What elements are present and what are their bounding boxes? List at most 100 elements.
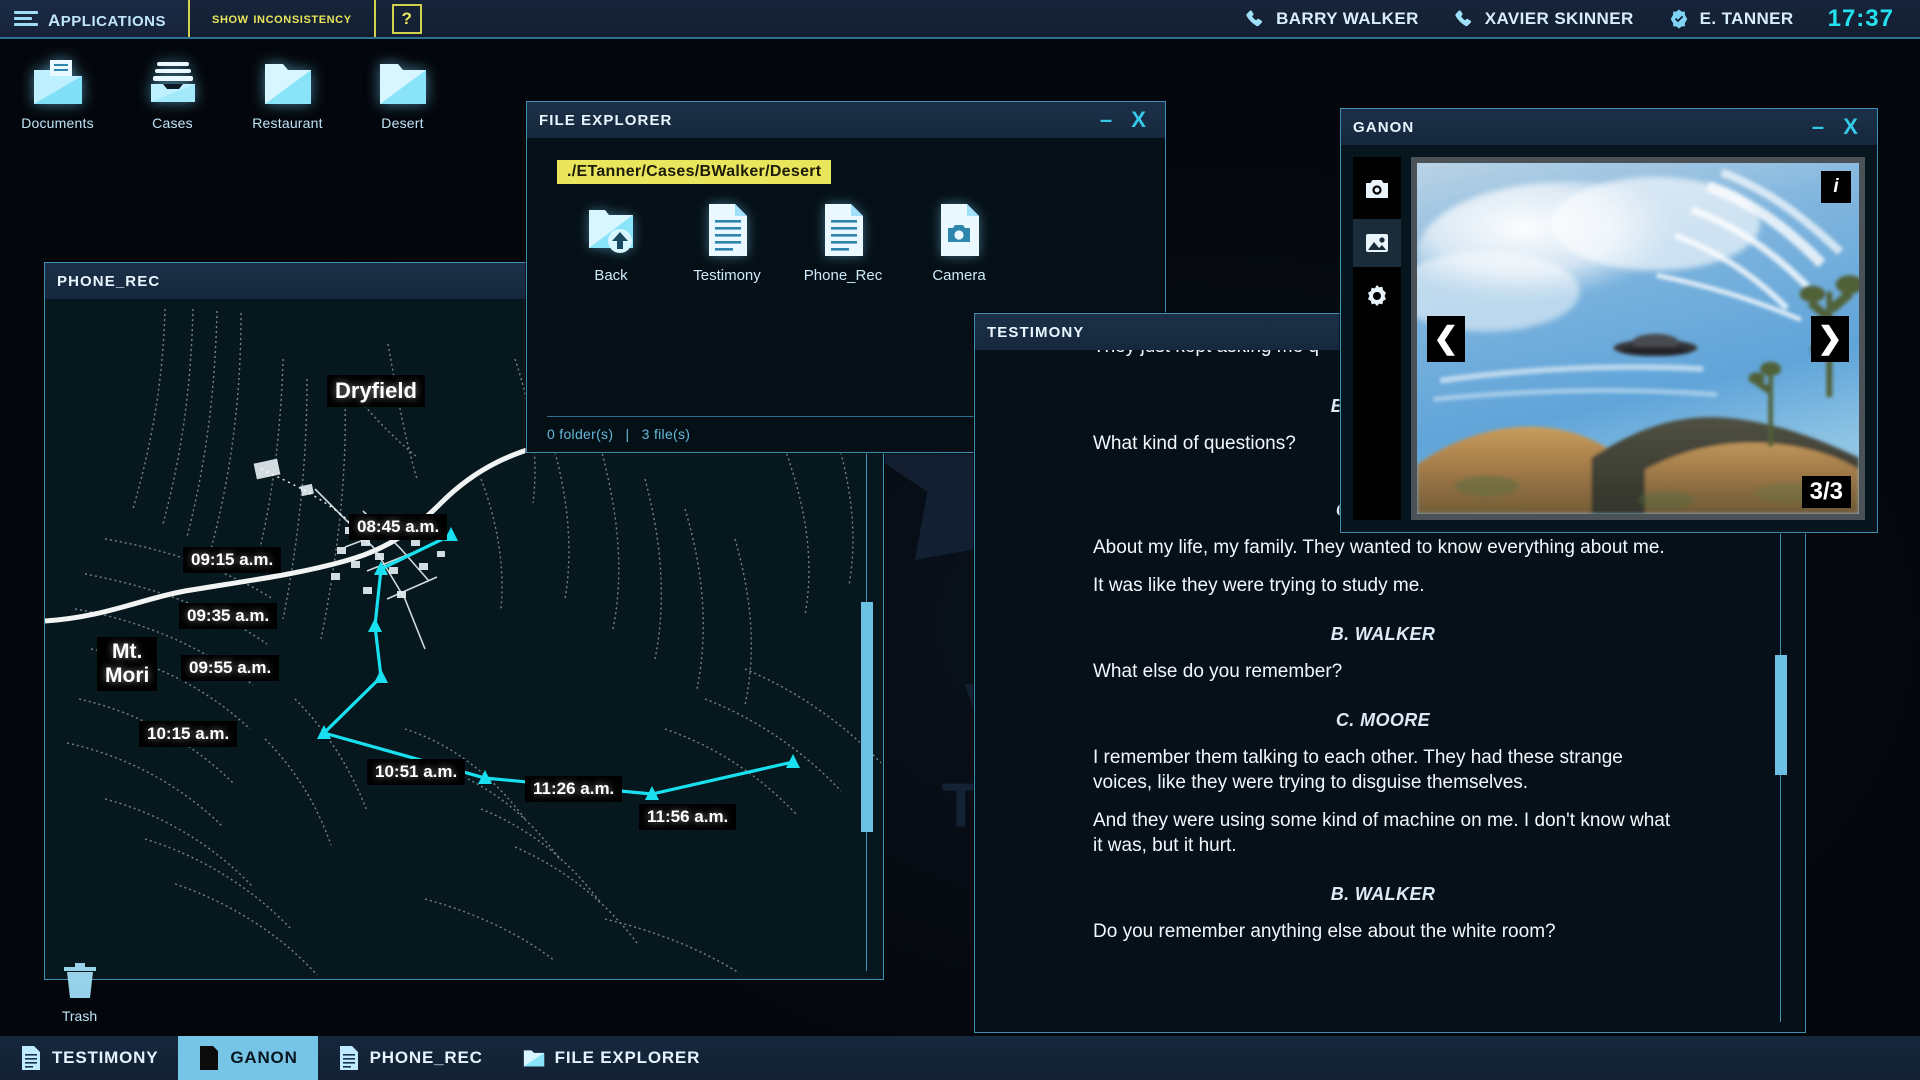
hamburger-menu-icon (14, 11, 38, 26)
map-time-label: 09:15 a.m. (183, 547, 282, 573)
trash-icon (59, 962, 101, 1002)
document-icon (703, 202, 751, 258)
taskbar-label: FILE EXPLORER (554, 1048, 701, 1067)
phone-icon (1244, 8, 1266, 30)
testimony-line: And they were using some kind of machine… (1093, 809, 1671, 856)
testimony-clipped-line: They just kept asking me q (1093, 350, 1319, 358)
desktop-icon-documents[interactable]: Documents (0, 58, 115, 131)
folder-icon (523, 1045, 545, 1071)
map-time-label: 08:45 a.m. (349, 514, 448, 540)
verified-badge-icon (1668, 8, 1690, 30)
testimony-line: About my life, my family. They wanted to… (1093, 537, 1665, 559)
help-button[interactable]: ? (391, 3, 422, 34)
ganon-tab-camera[interactable] (1353, 165, 1401, 213)
folder-up-icon (587, 202, 635, 258)
help-button-wrap: ? (376, 0, 438, 37)
map-time-label: 10:51 a.m. (367, 759, 466, 785)
scrollbar-thumb[interactable] (1775, 655, 1787, 775)
ganon-sidebar (1353, 157, 1401, 520)
trash-label: Trash (61, 1008, 98, 1024)
map-place-label-dryfield: Dryfield (327, 375, 425, 407)
applications-label: APPLICATIONS (48, 4, 167, 32)
contact-xavier-skinner[interactable]: XAVIER SKINNER (1453, 8, 1634, 30)
minimize-button[interactable]: – (1100, 109, 1113, 131)
map-time-label: 09:35 a.m. (179, 603, 278, 629)
gallery-icon (1363, 229, 1391, 257)
ganon-tab-gallery[interactable] (1353, 219, 1401, 267)
folder-document-icon (29, 58, 87, 108)
contact-name: E. TANNER (1699, 8, 1794, 28)
ganon-body: i ❮ ❯ 3/3 (1341, 145, 1877, 532)
testimony-line: Do you remember anything else about the … (1093, 921, 1556, 943)
file-item-testimony[interactable]: Testimony (669, 202, 785, 284)
contact-name: BARRY WALKER (1276, 8, 1419, 28)
testimony-line: I remember them talking to each other. T… (1093, 747, 1623, 794)
taskbar: TESTIMONY GANON PHONE_REC FILE EXPLORER (0, 1036, 1920, 1080)
desert-ufo-photo (1417, 163, 1859, 514)
taskbar-item-testimony[interactable]: TESTIMONY (0, 1036, 178, 1080)
contact-barry-walker[interactable]: BARRY WALKER (1244, 8, 1419, 30)
testimony-line: What else do you remember? (1093, 660, 1343, 682)
applications-menu-button[interactable]: APPLICATIONS (0, 0, 191, 37)
file-label: Testimony (693, 267, 761, 284)
folder-icon (259, 58, 317, 108)
desktop-icon-restaurant[interactable]: Restaurant (230, 58, 345, 131)
document-icon (20, 1045, 42, 1071)
desktop-icon-label: Cases (152, 115, 193, 131)
desktop-icon-cases[interactable]: Cases (115, 58, 230, 131)
map-time-label: 09:55 a.m. (181, 655, 280, 681)
desktop-icon-label: Documents (21, 115, 94, 131)
photo-icon (198, 1045, 220, 1071)
file-item-back[interactable]: Back (553, 202, 669, 284)
photo-prev-button[interactable]: ❮ (1427, 315, 1465, 362)
desktop-icon-label: Desert (381, 115, 424, 131)
top-menu-bar: APPLICATIONS SHOW INCONSISTENCY ? BARRY … (0, 0, 1920, 39)
contact-name: XAVIER SKINNER (1484, 8, 1634, 28)
testimony-line: It was like they were trying to study me… (1093, 574, 1425, 596)
close-button[interactable]: X (1131, 109, 1147, 131)
window-controls: – X (1812, 116, 1865, 138)
taskbar-item-phone-rec[interactable]: PHONE_REC (318, 1036, 503, 1080)
photo-next-button[interactable]: ❯ (1811, 315, 1849, 362)
testimony-speaker: C. MOORE (1335, 710, 1431, 731)
file-item-phone-rec[interactable]: Phone_Rec (785, 202, 901, 284)
desktop-screen: TRUTH APPLICATIONS SHOW INCONSISTENCY ? … (0, 0, 1920, 1080)
desktop-icon-row: Documents Cases Restaurant Desert (0, 58, 460, 131)
window-title: FILE EXPLORER (539, 111, 673, 129)
document-icon (338, 1045, 360, 1071)
file-grid: Back Testimony Phone_Rec Camera (527, 184, 1165, 284)
photo-counter: 3/3 (1801, 476, 1851, 508)
ganon-window[interactable]: GANON – X i ❮ ❯ 3/3 (1340, 108, 1878, 533)
window-controls: – X (1100, 109, 1153, 131)
contact-e-tanner[interactable]: E. TANNER (1668, 8, 1794, 30)
file-explorer-titlebar[interactable]: FILE EXPLORER – X (527, 102, 1165, 138)
ganon-tab-settings[interactable] (1353, 273, 1401, 321)
file-item-camera[interactable]: Camera (901, 202, 1017, 284)
folder-icon (374, 58, 432, 108)
file-tray-icon (144, 58, 202, 108)
close-button[interactable]: X (1843, 116, 1859, 138)
map-place-label-mt-mori: Mt. Mori (97, 637, 158, 692)
ganon-titlebar[interactable]: GANON – X (1341, 109, 1877, 145)
photo-info-button[interactable]: i (1821, 171, 1851, 203)
desktop-icon-trash[interactable]: Trash (22, 962, 137, 1024)
path-breadcrumb[interactable]: ./ETanner/Cases/BWalker/Desert (557, 160, 832, 184)
file-count: 3 file(s) (641, 426, 691, 442)
scrollbar-thumb[interactable] (861, 602, 873, 832)
folder-count: 0 folder(s) (547, 426, 614, 442)
window-title: PHONE_REC (57, 272, 161, 290)
minimize-button[interactable]: – (1812, 116, 1825, 138)
taskbar-label: GANON (230, 1048, 298, 1067)
taskbar-label: TESTIMONY (52, 1048, 159, 1067)
top-bar-contacts: BARRY WALKER XAVIER SKINNER E. TANNER 17… (1244, 0, 1920, 37)
map-time-label: 11:26 a.m. (525, 776, 623, 802)
camera-icon (1363, 175, 1391, 203)
taskbar-item-ganon[interactable]: GANON (178, 1036, 318, 1080)
taskbar-item-file-explorer[interactable]: FILE EXPLORER (503, 1036, 720, 1080)
file-label: Back (594, 267, 628, 284)
window-title: TESTIMONY (987, 323, 1085, 341)
file-label: Phone_Rec (803, 267, 883, 284)
document-icon (819, 202, 867, 258)
show-inconsistency-button[interactable]: SHOW INCONSISTENCY (190, 0, 376, 37)
desktop-icon-desert[interactable]: Desert (345, 58, 460, 131)
